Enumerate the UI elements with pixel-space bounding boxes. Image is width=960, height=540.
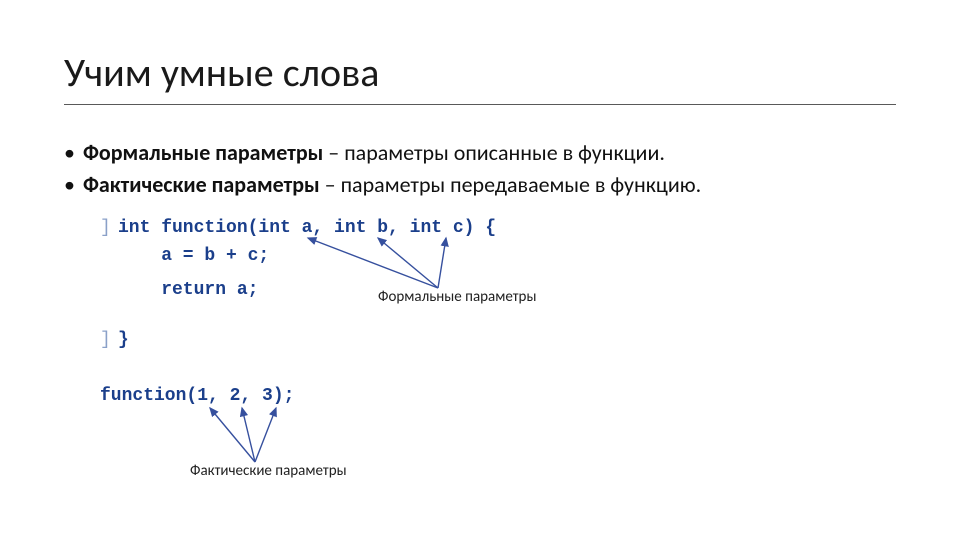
code-line: return a; xyxy=(118,280,258,300)
bullet-term: Формальные параметры xyxy=(83,139,323,166)
bullet-dot: • xyxy=(64,170,78,200)
slide: Учим умные слова • Формальные параметры … xyxy=(0,0,960,540)
bullet-desc: – параметры передаваемые в функцию. xyxy=(320,171,701,198)
bullet-item: • Фактические параметры – параметры пере… xyxy=(64,170,701,200)
code-line: a = b + c; xyxy=(118,246,269,266)
bullet-term: Фактические параметры xyxy=(83,171,320,198)
arrow-actual-1 xyxy=(210,408,255,462)
code-margin-bracket: ] xyxy=(100,218,111,238)
bullet-list: • Формальные параметры – параметры описа… xyxy=(64,138,701,201)
slide-title: Учим умные слова xyxy=(64,48,379,97)
arrow-actual-2 xyxy=(242,408,255,462)
arrow-formal-a xyxy=(308,238,438,288)
bullet-desc: – параметры описанные в функции. xyxy=(323,139,665,166)
code-margin-bracket: ] xyxy=(100,330,111,350)
label-actual-params: Фактические параметры xyxy=(190,462,347,480)
label-formal-params: Формальные параметры xyxy=(378,288,536,306)
code-line: } xyxy=(118,330,129,350)
code-line: int function(int a, int b, int c) { xyxy=(118,218,496,238)
code-line: function(1, 2, 3); xyxy=(100,386,294,406)
bullet-dot: • xyxy=(64,138,78,168)
arrow-formal-c xyxy=(438,238,446,288)
arrow-actual-3 xyxy=(255,408,276,462)
arrow-formal-b xyxy=(378,238,438,288)
bullet-item: • Формальные параметры – параметры описа… xyxy=(64,138,701,168)
title-underline xyxy=(64,104,896,105)
